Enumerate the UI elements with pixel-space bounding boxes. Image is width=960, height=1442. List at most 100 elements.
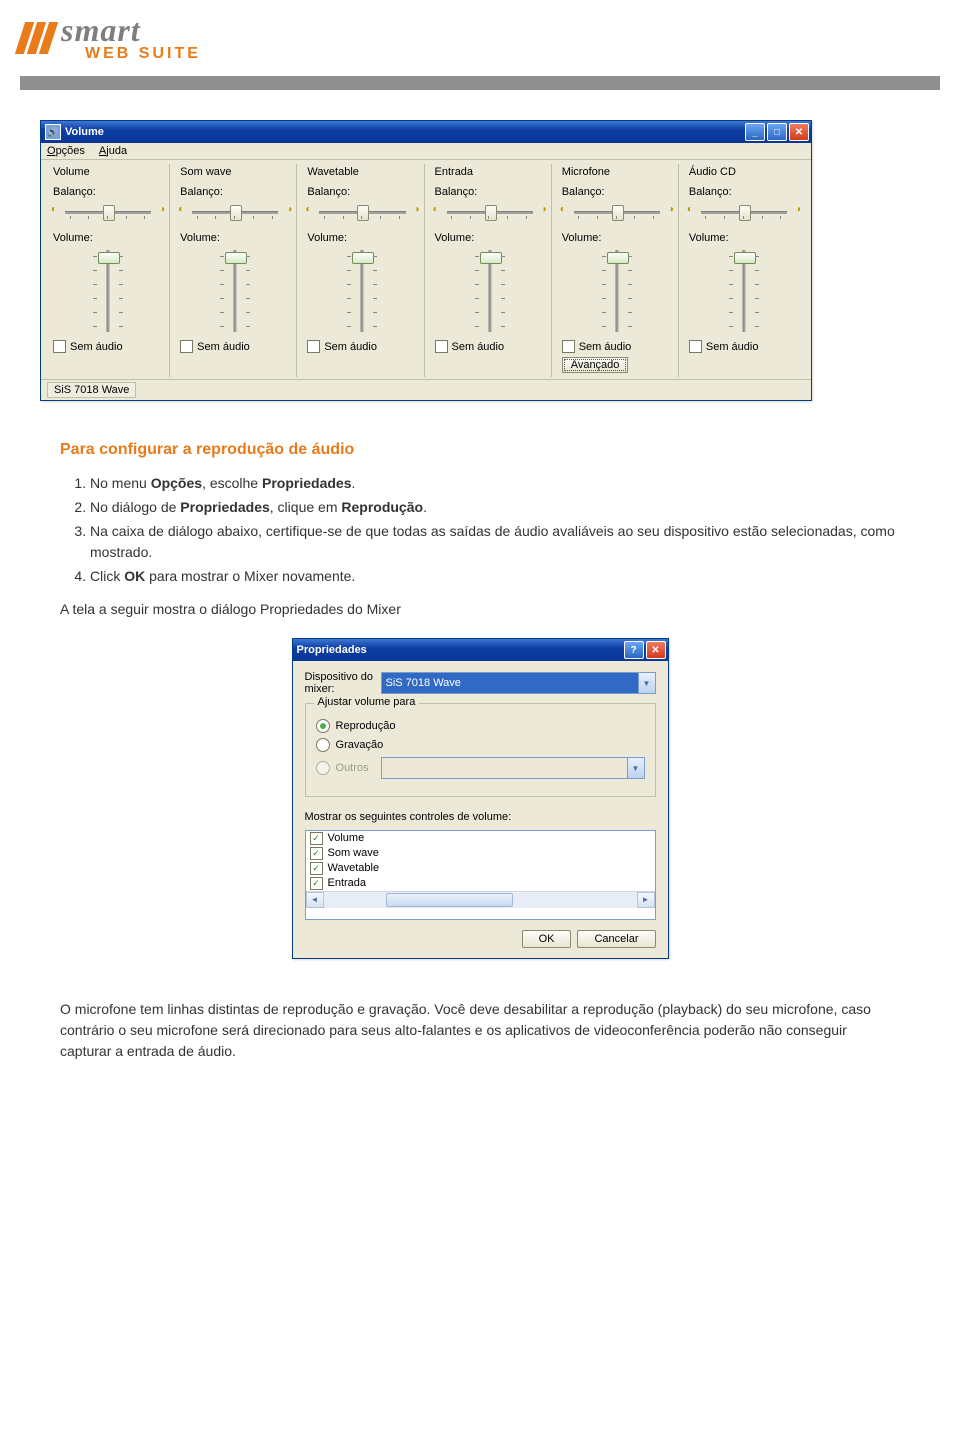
speaker-left-icon: ◐ [305, 204, 311, 215]
channel-som-wave: Som waveBalanço:◐◑Volume:Sem áudio [174, 164, 297, 377]
slider-thumb[interactable] [739, 205, 751, 221]
volume-slider[interactable] [594, 246, 640, 336]
radio-reproducao[interactable]: Reprodução [316, 719, 645, 733]
balance-slider[interactable]: ◐◑ [435, 202, 545, 222]
menu-opcoes[interactable]: Opções [47, 145, 85, 157]
mute-checkbox[interactable]: Sem áudio [53, 340, 163, 353]
step-item: Click OK para mostrar o Mixer novamente. [90, 566, 900, 587]
scroll-left-icon[interactable]: ◄ [306, 892, 324, 908]
list-item[interactable]: ✓Volume [306, 831, 655, 846]
volume-slider[interactable] [721, 246, 767, 336]
speaker-left-icon: ◐ [178, 204, 184, 215]
slider-thumb[interactable] [734, 252, 756, 264]
balance-slider[interactable]: ◐◑ [689, 202, 799, 222]
speaker-right-icon: ◑ [795, 204, 801, 215]
mute-checkbox[interactable]: Sem áudio [307, 340, 417, 353]
balance-slider[interactable]: ◐◑ [180, 202, 290, 222]
speaker-left-icon: ◐ [687, 204, 693, 215]
window-title: Volume [65, 126, 104, 138]
step-item: Na caixa de diálogo abaixo, certifique-s… [90, 521, 900, 563]
volume-slider[interactable] [212, 246, 258, 336]
volume-label: Volume: [435, 232, 545, 244]
close-button[interactable]: ✕ [789, 123, 809, 141]
advanced-button[interactable]: Avançado [562, 357, 629, 373]
list-item[interactable]: ✓Wavetable [306, 861, 655, 876]
volume-label: Volume: [53, 232, 163, 244]
channel-name: Wavetable [307, 166, 417, 178]
mute-checkbox[interactable]: Sem áudio [689, 340, 799, 353]
balance-slider[interactable]: ◐◑ [53, 202, 163, 222]
channel-name: Áudio CD [689, 166, 799, 178]
slider-thumb[interactable] [225, 252, 247, 264]
menu-ajuda[interactable]: Ajuda [99, 145, 127, 157]
volume-slider[interactable] [467, 246, 513, 336]
balance-label: Balanço: [307, 186, 417, 198]
speaker-right-icon: ◑ [413, 204, 419, 215]
slider-thumb[interactable] [480, 252, 502, 264]
footer-paragraph: O microfone tem linhas distintas de repr… [60, 999, 900, 1062]
mixer-device-label: Dispositivo do mixer: [305, 671, 375, 695]
scroll-thumb[interactable] [386, 893, 513, 907]
slider-thumb[interactable] [485, 205, 497, 221]
volume-slider[interactable] [339, 246, 385, 336]
logo-bars-icon [15, 22, 58, 54]
checkbox-icon [307, 340, 320, 353]
slider-thumb[interactable] [357, 205, 369, 221]
slider-thumb[interactable] [103, 205, 115, 221]
dialog-titlebar[interactable]: Propriedades ? ✕ [293, 639, 668, 661]
steps-list: No menu Opções, escolhe Propriedades.No … [90, 473, 900, 587]
balance-slider[interactable]: ◐◑ [307, 202, 417, 222]
window-titlebar[interactable]: 🔊 Volume _ □ ✕ [41, 121, 811, 143]
maximize-button[interactable]: □ [767, 123, 787, 141]
balance-slider[interactable]: ◐◑ [562, 202, 672, 222]
controls-listbox[interactable]: ✓Volume✓Som wave✓Wavetable✓Entrada ◄ ► [305, 830, 656, 920]
volume-label: Volume: [562, 232, 672, 244]
radio-gravacao[interactable]: Gravação [316, 738, 645, 752]
list-item[interactable]: ✓Entrada [306, 876, 655, 891]
ok-button[interactable]: OK [522, 930, 572, 948]
speaker-left-icon: ◐ [51, 204, 57, 215]
balance-label: Balanço: [53, 186, 163, 198]
adjust-volume-group: Ajustar volume para Reprodução Gravação … [305, 703, 656, 797]
properties-dialog: Propriedades ? ✕ Dispositivo do mixer: S… [292, 638, 669, 959]
channel-name: Volume [53, 166, 163, 178]
volume-label: Volume: [180, 232, 290, 244]
menu-bar: Opções Ajuda [41, 143, 811, 160]
logo-subtitle: WEB SUITE [61, 46, 201, 62]
radio-icon [316, 761, 330, 775]
horizontal-scrollbar[interactable]: ◄ ► [306, 891, 655, 908]
minimize-button[interactable]: _ [745, 123, 765, 141]
slider-thumb[interactable] [98, 252, 120, 264]
help-button[interactable]: ? [624, 641, 644, 659]
channel-name: Som wave [180, 166, 290, 178]
volume-slider[interactable] [85, 246, 131, 336]
mixer-device-select[interactable]: SiS 7018 Wave ▼ [381, 672, 656, 694]
checkbox-icon [435, 340, 448, 353]
checkbox-icon: ✓ [310, 862, 323, 875]
mute-checkbox[interactable]: Sem áudio [435, 340, 545, 353]
list-item[interactable]: ✓Som wave [306, 846, 655, 861]
slider-thumb[interactable] [230, 205, 242, 221]
logo-brand: smart [61, 14, 201, 46]
mute-checkbox[interactable]: Sem áudio [180, 340, 290, 353]
radio-outros: Outros ▼ [316, 757, 645, 779]
checkbox-icon [562, 340, 575, 353]
channel-wavetable: WavetableBalanço:◐◑Volume:Sem áudio [301, 164, 424, 377]
list-label: Mostrar os seguintes controles de volume… [305, 809, 656, 826]
slider-thumb[interactable] [352, 252, 374, 264]
checkbox-icon: ✓ [310, 877, 323, 890]
scroll-right-icon[interactable]: ► [637, 892, 655, 908]
cancel-button[interactable]: Cancelar [577, 930, 655, 948]
volume-label: Volume: [689, 232, 799, 244]
dialog-title: Propriedades [297, 644, 367, 656]
radio-icon [316, 719, 330, 733]
dialog-close-button[interactable]: ✕ [646, 641, 666, 659]
channel-name: Microfone [562, 166, 672, 178]
volume-label: Volume: [307, 232, 417, 244]
app-icon: 🔊 [45, 124, 61, 140]
status-device: SiS 7018 Wave [47, 382, 136, 398]
slider-thumb[interactable] [607, 252, 629, 264]
slider-thumb[interactable] [612, 205, 624, 221]
mute-checkbox[interactable]: Sem áudio [562, 340, 672, 353]
status-bar: SiS 7018 Wave [41, 379, 811, 400]
